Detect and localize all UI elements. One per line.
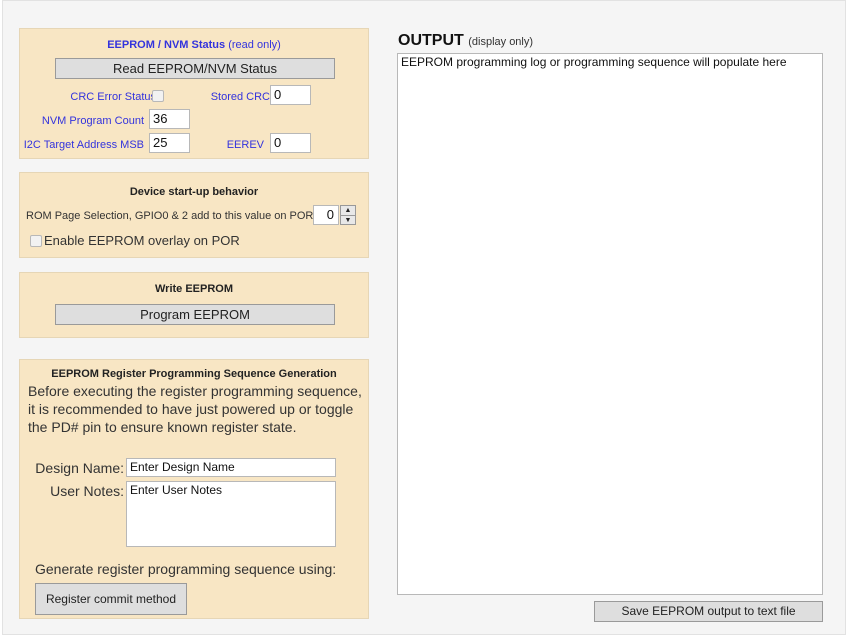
stored-crc-label: Stored CRC [210,91,270,103]
sequence-description: Before executing the register programmin… [28,383,362,435]
sequence-panel-title: EEPROM Register Programming Sequence Gen… [51,368,337,380]
user-notes-label: User Notes: [50,483,124,499]
status-title-text: EEPROM / NVM Status [107,39,226,51]
output-title-suffix: (display only) [468,36,534,48]
eerev-field[interactable]: 0 [270,133,311,153]
startup-panel-title: Device start-up behavior [129,186,259,198]
write-eeprom-panel: Write EEPROM Program EEPROM [19,272,369,338]
stepper-down-icon[interactable]: ▼ [341,216,355,225]
startup-behavior-panel: Device start-up behavior ROM Page Select… [19,172,369,258]
register-commit-button[interactable]: Register commit method [35,583,187,615]
stored-crc-field[interactable]: 0 [270,85,311,105]
overlay-label: Enable EEPROM overlay on POR [44,233,240,248]
overlay-checkbox[interactable] [30,235,42,247]
crc-error-checkbox[interactable] [152,90,164,102]
i2c-address-label: I2C Target Address MSB [23,139,144,151]
save-output-button[interactable]: Save EEPROM output to text file [594,601,823,622]
rom-page-spinner-field[interactable]: 0 [313,205,339,225]
output-title-text: OUTPUT [398,32,464,49]
write-panel-title: Write EEPROM [154,283,234,295]
eeprom-status-panel: EEPROM / NVM Status (read only) Read EEP… [19,28,369,159]
design-name-field[interactable]: Enter Design Name [126,458,336,477]
status-title-suffix: (read only) [228,39,281,51]
crc-error-label: CRC Error Status [70,91,156,103]
output-title: OUTPUT (display only) [398,32,533,50]
main-container: EEPROM / NVM Status (read only) Read EEP… [2,0,846,635]
sequence-generation-panel: EEPROM Register Programming Sequence Gen… [19,359,369,619]
nvm-count-label: NVM Program Count [41,115,144,127]
read-status-button[interactable]: Read EEPROM/NVM Status [55,58,335,79]
eerev-label: EEREV [226,139,264,151]
rom-page-label: ROM Page Selection, GPIO0 & 2 add to thi… [26,210,314,222]
nvm-count-field[interactable]: 36 [149,109,190,129]
status-panel-title: EEPROM / NVM Status (read only) [20,39,368,51]
output-textarea[interactable]: EEPROM programming log or programming se… [397,53,823,595]
program-eeprom-button[interactable]: Program EEPROM [55,304,335,325]
stepper-up-icon[interactable]: ▲ [341,206,355,216]
design-name-label: Design Name: [35,460,124,476]
user-notes-textarea[interactable]: Enter User Notes [126,481,336,547]
generate-label: Generate register programming sequence u… [35,561,337,577]
i2c-address-field[interactable]: 25 [149,133,190,153]
rom-page-stepper[interactable]: ▲ ▼ [340,205,356,225]
